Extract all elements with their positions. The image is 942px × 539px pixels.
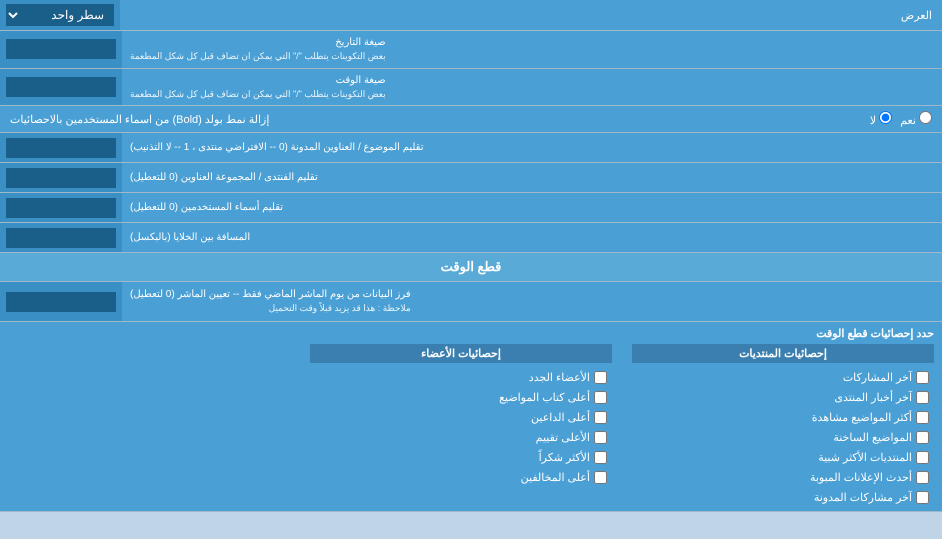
checkbox-most-viewed[interactable] bbox=[916, 411, 929, 424]
forum-group-input[interactable]: 33 bbox=[6, 168, 116, 188]
date-format-row: صيغة التاريخ بعض التكوينات يتطلب "/" الت… bbox=[0, 31, 942, 69]
date-format-input[interactable]: d-m bbox=[6, 39, 116, 59]
date-format-input-cell[interactable]: d-m bbox=[0, 31, 122, 68]
time-cut-label: فرز البيانات من يوم الماشر الماضي فقط --… bbox=[122, 282, 942, 321]
list-item: الأعلى تقييم bbox=[310, 429, 612, 446]
radio-no[interactable] bbox=[879, 111, 892, 124]
checkbox-new-members[interactable] bbox=[594, 371, 607, 384]
remove-bold-label: إزالة نمط بولد (Bold) من اسماء المستخدمي… bbox=[10, 113, 269, 126]
date-format-label: صيغة التاريخ بعض التكوينات يتطلب "/" الت… bbox=[122, 31, 942, 68]
topic-trim-row: تقليم الموضوع / العناوين المدونة (0 -- ا… bbox=[0, 133, 942, 163]
username-trim-label: تقليم أسماء المستخدمين (0 للتعطيل) bbox=[122, 193, 942, 222]
list-item: آخر مشاركات المدونة bbox=[632, 489, 934, 506]
radio-group-bold: نعم لا bbox=[870, 111, 932, 127]
stats-col1-header: إحصائيات المنتديات bbox=[632, 344, 934, 363]
cell-spacing-label: المسافة بين الخلايا (بالبكسل) bbox=[122, 223, 942, 252]
username-trim-input-cell[interactable]: 0 bbox=[0, 193, 122, 222]
forum-group-label: تقليم الفنتدى / المجموعة العناوين (0 للت… bbox=[122, 163, 942, 192]
time-cut-input-cell[interactable]: 0 bbox=[0, 282, 122, 321]
stats-col-forums: إحصائيات المنتديات آخر المشاركات آخر أخب… bbox=[622, 344, 934, 506]
stats-header: حدد إحصائيات قطع الوقت bbox=[8, 327, 934, 340]
stats-col-members: إحصائيات الأعضاء الأعضاء الجدد أعلى كتاب… bbox=[310, 344, 622, 506]
time-cut-header: قطع الوقت bbox=[0, 253, 942, 282]
list-item: أعلى الداعين bbox=[310, 409, 612, 426]
checkbox-blog-posts[interactable] bbox=[916, 491, 929, 504]
cell-spacing-input-cell[interactable]: 2 bbox=[0, 223, 122, 252]
time-format-row: صيغة الوقت بعض التكوينات يتطلب "/" التي … bbox=[0, 69, 942, 107]
username-trim-input[interactable]: 0 bbox=[6, 198, 116, 218]
forum-group-input-cell[interactable]: 33 bbox=[0, 163, 122, 192]
stats-col2-header: إحصائيات الأعضاء bbox=[310, 344, 612, 363]
list-item: آخر أخبار المنتدى bbox=[632, 389, 934, 406]
checkbox-last-posts[interactable] bbox=[916, 371, 929, 384]
checkbox-top-rated[interactable] bbox=[594, 431, 607, 444]
list-item: أحدث الإعلانات المبوبة bbox=[632, 469, 934, 486]
checkbox-forum-news[interactable] bbox=[916, 391, 929, 404]
ard-label: العرض bbox=[120, 4, 942, 27]
checkbox-most-thanked[interactable] bbox=[594, 451, 607, 464]
username-trim-row: تقليم أسماء المستخدمين (0 للتعطيل) 0 bbox=[0, 193, 942, 223]
stats-grid: إحصائيات المنتديات آخر المشاركات آخر أخب… bbox=[8, 344, 934, 506]
checkbox-top-writers[interactable] bbox=[594, 391, 607, 404]
list-item: أعلى المخالفين bbox=[310, 469, 612, 486]
list-item: المنتديات الأكثر شبية bbox=[632, 449, 934, 466]
checkbox-classified-ads[interactable] bbox=[916, 471, 929, 484]
satr-select[interactable]: سطر واحد سطرين ثلاثة أسطر bbox=[6, 4, 114, 26]
cell-spacing-row: المسافة بين الخلايا (بالبكسل) 2 bbox=[0, 223, 942, 253]
satr-dropdown-cell[interactable]: سطر واحد سطرين ثلاثة أسطر bbox=[0, 0, 120, 30]
stats-col-right bbox=[8, 344, 310, 506]
time-format-input[interactable]: H:i bbox=[6, 77, 116, 97]
list-item: آخر المشاركات bbox=[632, 369, 934, 386]
list-item: المواضيع الساخنة bbox=[632, 429, 934, 446]
topic-trim-input[interactable]: 33 bbox=[6, 138, 116, 158]
radio-no-label: لا bbox=[870, 111, 892, 127]
header-row: العرض سطر واحد سطرين ثلاثة أسطر bbox=[0, 0, 942, 31]
time-format-input-cell[interactable]: H:i bbox=[0, 69, 122, 106]
time-cut-input[interactable]: 0 bbox=[6, 292, 116, 312]
stats-section: حدد إحصائيات قطع الوقت إحصائيات المنتديا… bbox=[0, 322, 942, 512]
checkbox-top-violators[interactable] bbox=[594, 471, 607, 484]
list-item: الأعضاء الجدد bbox=[310, 369, 612, 386]
list-item: أكثر المواضيع مشاهدة bbox=[632, 409, 934, 426]
radio-yes-label: نعم bbox=[900, 111, 932, 127]
topic-trim-input-cell[interactable]: 33 bbox=[0, 133, 122, 162]
time-format-label: صيغة الوقت بعض التكوينات يتطلب "/" التي … bbox=[122, 69, 942, 106]
cell-spacing-input[interactable]: 2 bbox=[6, 228, 116, 248]
checkbox-most-similar[interactable] bbox=[916, 451, 929, 464]
list-item: الأكثر شكراً bbox=[310, 449, 612, 466]
time-cut-row: فرز البيانات من يوم الماشر الماضي فقط --… bbox=[0, 282, 942, 322]
checkbox-top-inviters[interactable] bbox=[594, 411, 607, 424]
radio-yes[interactable] bbox=[919, 111, 932, 124]
forum-group-row: تقليم الفنتدى / المجموعة العناوين (0 للت… bbox=[0, 163, 942, 193]
topic-trim-label: تقليم الموضوع / العناوين المدونة (0 -- ا… bbox=[122, 133, 942, 162]
checkbox-hot-topics[interactable] bbox=[916, 431, 929, 444]
remove-bold-row: نعم لا إزالة نمط بولد (Bold) من اسماء ال… bbox=[0, 106, 942, 133]
list-item: أعلى كتاب المواضيع bbox=[310, 389, 612, 406]
